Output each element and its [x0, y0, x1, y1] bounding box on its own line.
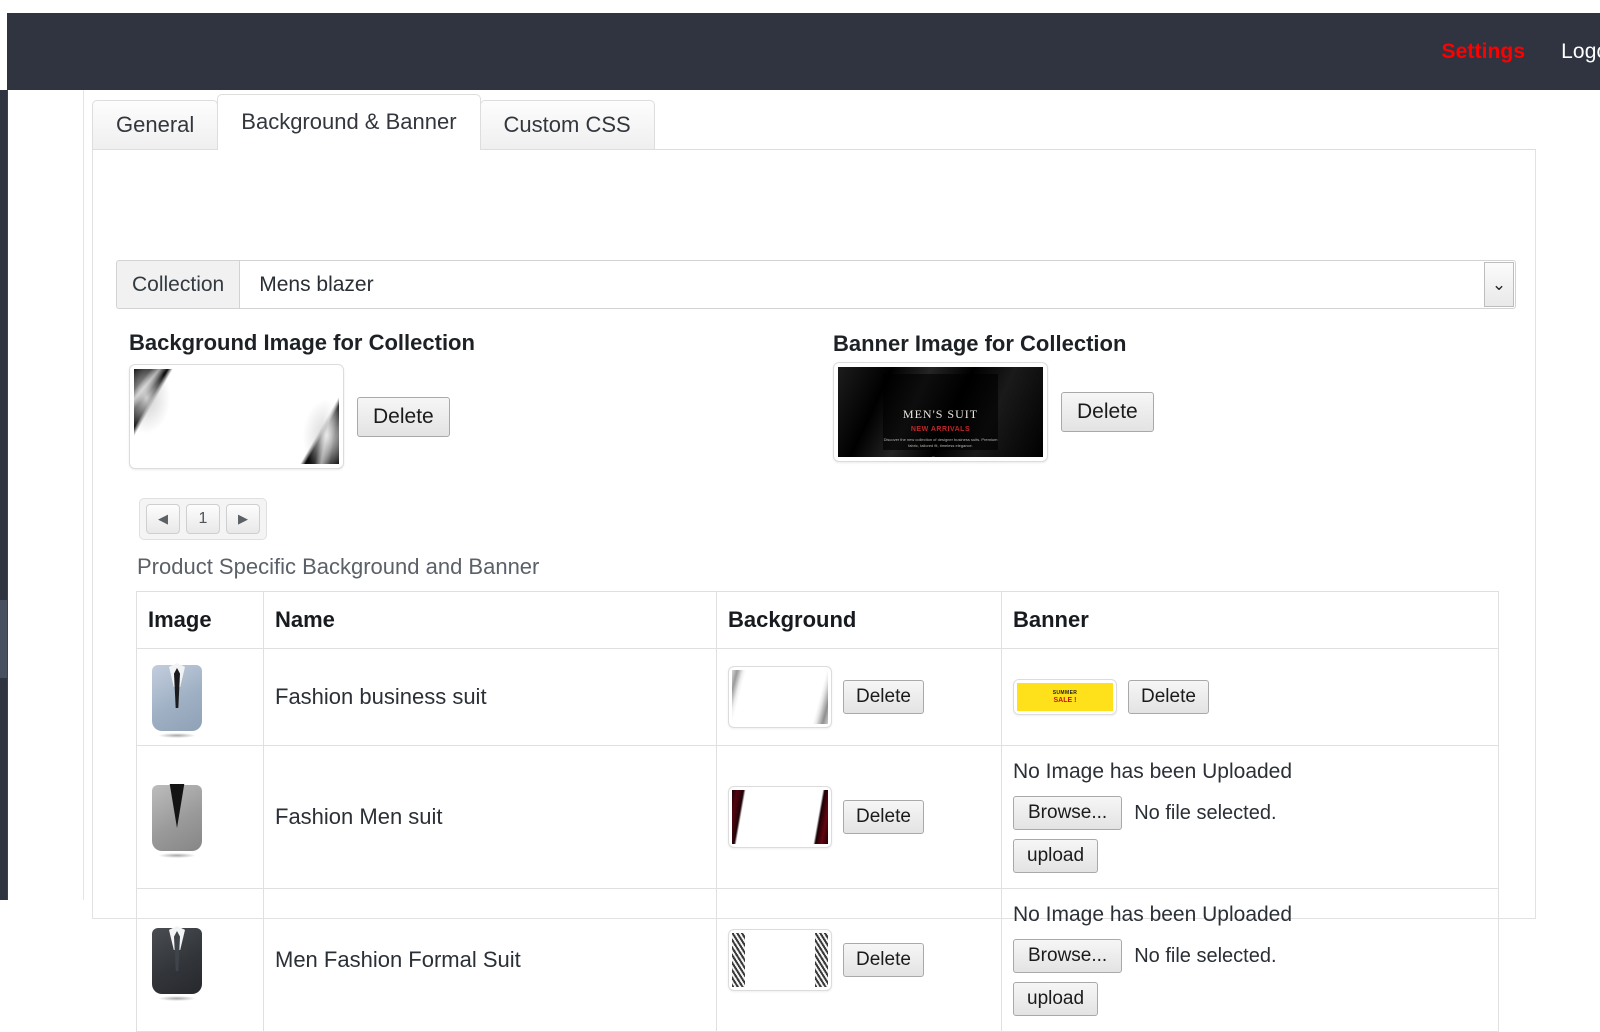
- collection-select[interactable]: Mens blazer ⌄: [239, 260, 1516, 309]
- banner-file-input-row: Browse... No file selected.: [1013, 796, 1487, 830]
- background-section-heading: Background Image for Collection: [129, 330, 475, 356]
- table-header-row: Image Name Background Banner: [137, 592, 1499, 649]
- row-background-thumbnail[interactable]: [728, 786, 832, 848]
- banner-empty-message: No Image has been Uploaded: [1013, 760, 1487, 784]
- delete-banner-button[interactable]: Delete: [1061, 392, 1154, 432]
- banner-section-heading: Banner Image for Collection: [833, 331, 1126, 357]
- nav-link-logout[interactable]: Logout: [1561, 40, 1600, 64]
- pagination-page-1[interactable]: 1: [186, 504, 220, 534]
- column-header-background: Background: [717, 592, 1002, 649]
- upload-button[interactable]: upload: [1013, 982, 1098, 1016]
- row-delete-background-button[interactable]: Delete: [843, 680, 924, 714]
- browse-button[interactable]: Browse...: [1013, 796, 1122, 830]
- browse-button[interactable]: Browse...: [1013, 939, 1122, 973]
- product-section-caption: Product Specific Background and Banner: [137, 554, 539, 580]
- banner-empty-message: No Image has been Uploaded: [1013, 903, 1487, 927]
- banner-file-input-row: Browse... No file selected.: [1013, 939, 1487, 973]
- cell-product-background: Delete: [717, 746, 1002, 889]
- banner-thumb-footer: Shop now: [932, 455, 950, 457]
- cell-product-image: [137, 889, 264, 1032]
- cell-product-name: Men Fashion Formal Suit: [264, 889, 717, 1032]
- settings-tabs: General Background & Banner Custom CSS: [92, 100, 655, 150]
- triangle-left-icon[interactable]: ◀: [146, 504, 180, 534]
- nav-link-settings[interactable]: Settings: [1442, 40, 1526, 64]
- tab-background-banner[interactable]: Background & Banner: [217, 94, 480, 150]
- product-table: Image Name Background Banner: [136, 591, 1499, 1032]
- cell-product-name: Fashion business suit: [264, 649, 717, 746]
- row-banner-thumb-line2: SALE !: [1054, 697, 1077, 704]
- settings-panel: Collection Mens blazer ⌄ Background Imag…: [92, 149, 1536, 919]
- cell-product-background: Delete: [717, 889, 1002, 1032]
- window-top-edge: [0, 0, 1600, 13]
- row-delete-banner-button[interactable]: Delete: [1128, 680, 1209, 714]
- product-thumbnail-icon: [148, 659, 206, 735]
- delete-background-button[interactable]: Delete: [357, 397, 450, 437]
- product-thumbnail-icon: [148, 922, 206, 998]
- tab-general[interactable]: General: [92, 100, 218, 150]
- upload-button[interactable]: upload: [1013, 839, 1098, 873]
- collection-selected-value: Mens blazer: [259, 273, 373, 297]
- column-header-banner: Banner: [1002, 592, 1499, 649]
- table-row: Fashion Men suit Delete No Image has bee…: [137, 746, 1499, 889]
- content-divider: [83, 90, 84, 900]
- banner-image-preview[interactable]: MEN'S SUIT NEW ARRIVALS Discover the new…: [833, 362, 1048, 462]
- table-row: Fashion business suit Delete: [137, 649, 1499, 746]
- banner-thumbnail: MEN'S SUIT NEW ARRIVALS Discover the new…: [838, 367, 1043, 457]
- cell-product-banner: SUMMER SALE ! Delete: [1002, 649, 1499, 746]
- table-row: Men Fashion Formal Suit Delete No Image …: [137, 889, 1499, 1032]
- row-background-thumbnail[interactable]: [728, 666, 832, 728]
- product-thumbnail-icon: [148, 779, 206, 855]
- cell-product-name: Fashion Men suit: [264, 746, 717, 889]
- row-banner-thumb-line1: SUMMER: [1053, 690, 1078, 696]
- navbar-links: Settings Logout: [1442, 40, 1600, 64]
- cell-product-image: [137, 649, 264, 746]
- background-image-preview[interactable]: [129, 364, 344, 469]
- row-background-thumbnail[interactable]: [728, 929, 832, 991]
- chevron-down-icon[interactable]: ⌄: [1484, 262, 1514, 307]
- column-header-name: Name: [264, 592, 717, 649]
- cell-product-image: [137, 746, 264, 889]
- row-delete-background-button[interactable]: Delete: [843, 800, 924, 834]
- banner-thumbnail-plate: MEN'S SUIT NEW ARRIVALS Discover the new…: [883, 374, 998, 450]
- row-delete-background-button[interactable]: Delete: [843, 943, 924, 977]
- row-banner-thumbnail[interactable]: SUMMER SALE !: [1013, 679, 1117, 715]
- selected-file-name: No file selected.: [1134, 802, 1276, 825]
- collection-label: Collection: [116, 260, 239, 309]
- tab-custom-css[interactable]: Custom CSS: [480, 100, 655, 150]
- banner-preview-row: MEN'S SUIT NEW ARRIVALS Discover the new…: [833, 362, 1154, 462]
- left-scroll-rail[interactable]: [0, 90, 7, 900]
- cell-product-banner: No Image has been Uploaded Browse... No …: [1002, 889, 1499, 1032]
- banner-thumb-subtitle: NEW ARRIVALS: [911, 426, 970, 433]
- top-navbar: Settings Logout: [7, 13, 1600, 90]
- column-header-image: Image: [137, 592, 264, 649]
- cell-product-background: Delete: [717, 649, 1002, 746]
- page-body: General Background & Banner Custom CSS C…: [8, 90, 1600, 900]
- banner-thumb-title: MEN'S SUIT: [903, 407, 978, 422]
- collection-select-group: Collection Mens blazer ⌄: [116, 260, 1516, 309]
- selected-file-name: No file selected.: [1134, 945, 1276, 968]
- banner-thumb-body: Discover the new collection of designer …: [883, 437, 998, 449]
- left-scroll-thumb[interactable]: [0, 600, 7, 678]
- background-thumbnail: [134, 369, 339, 464]
- row-banner-thumb-line2-red: SALE !: [1054, 697, 1077, 704]
- pagination: ◀ 1 ▶: [139, 498, 267, 540]
- product-table-wrap: Image Name Background Banner: [136, 591, 1498, 1032]
- cell-product-banner: No Image has been Uploaded Browse... No …: [1002, 746, 1499, 889]
- background-preview-row: Delete: [129, 364, 450, 469]
- triangle-right-icon[interactable]: ▶: [226, 504, 260, 534]
